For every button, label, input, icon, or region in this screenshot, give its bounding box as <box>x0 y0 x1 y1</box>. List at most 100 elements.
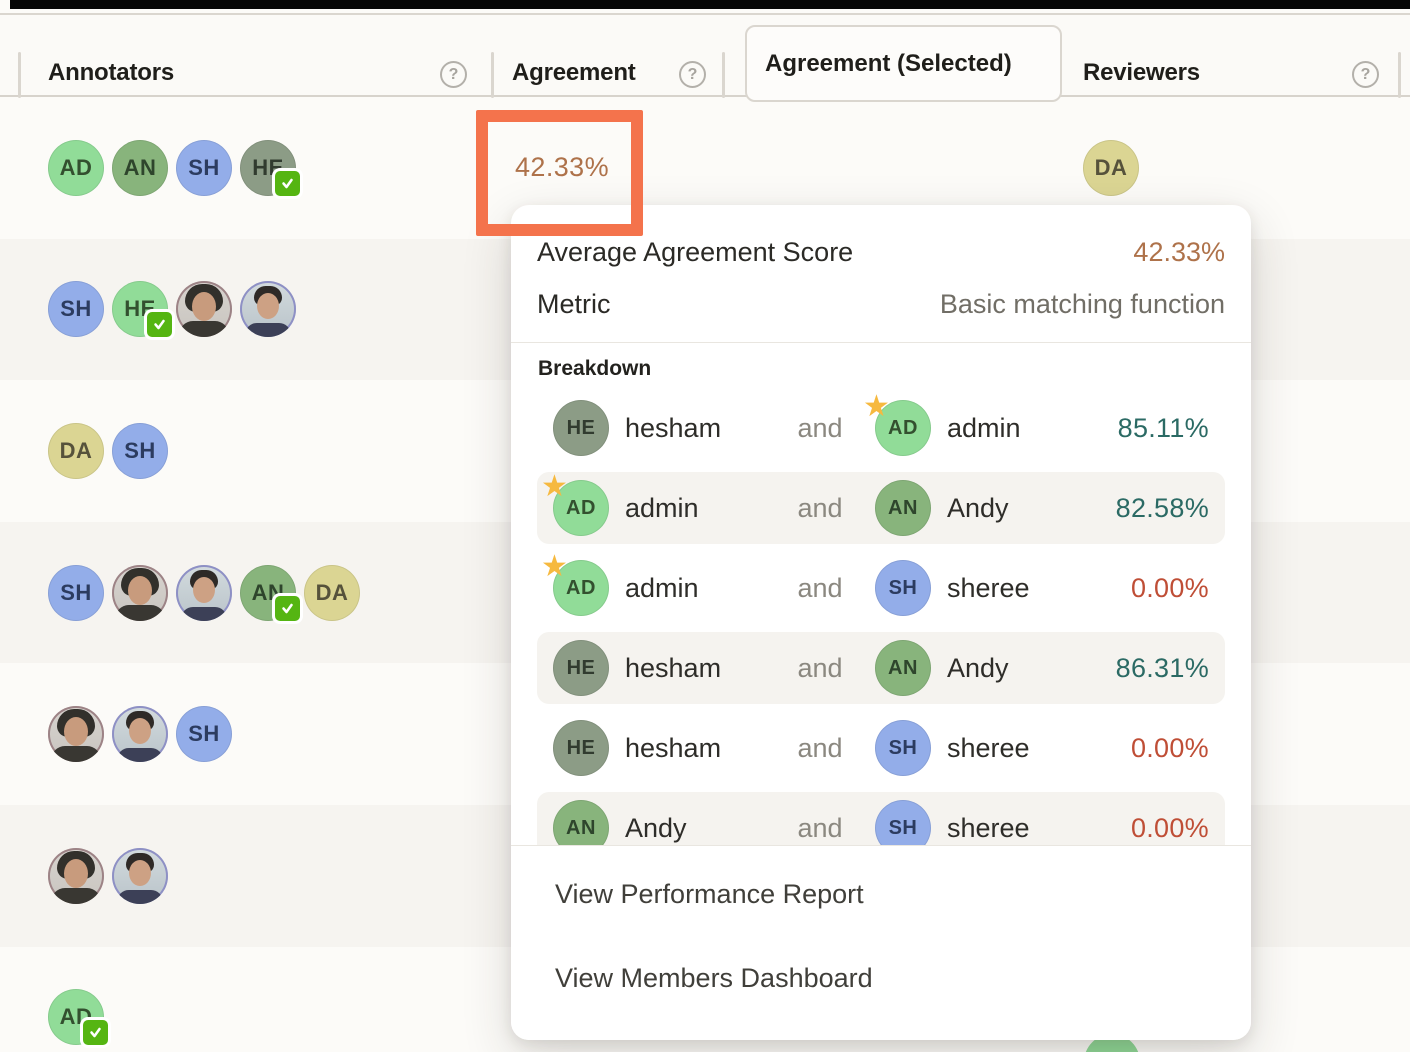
annotators-cell: AD AN SH HE <box>48 140 512 196</box>
avatar-initials: AN <box>124 155 157 181</box>
photo-face <box>193 577 215 603</box>
breakdown-and: and <box>765 733 875 764</box>
breakdown-row: HEheshamandAD★admin85.11% <box>537 392 1225 464</box>
avatar-initials: SH <box>188 155 220 181</box>
breakdown-left-name: Andy <box>625 813 765 844</box>
highlight-annotation-box <box>476 110 643 236</box>
breakdown-row: HE heshamandAN Andy86.31% <box>537 632 1225 704</box>
annotators-cell: SH ANDA <box>48 565 512 621</box>
agreement-popover: Average Agreement Score 42.33% Metric Ba… <box>511 205 1251 1040</box>
photo-shirt <box>115 605 165 621</box>
breakdown-left-name: hesham <box>625 653 765 684</box>
avatar-sh[interactable]: SH <box>48 281 104 337</box>
avatar-initials: AD <box>566 577 596 600</box>
check-badge-icon <box>144 309 175 340</box>
avatar-initials: SH <box>889 817 918 840</box>
avatar-an[interactable]: AN <box>240 565 296 621</box>
avatar-initials: AN <box>566 817 596 840</box>
breakdown-right-name: sheree <box>947 733 1131 764</box>
avatar-da[interactable]: DA <box>48 423 104 479</box>
photo-avatar[interactable] <box>112 565 168 621</box>
avatar-initials: SH <box>60 580 92 606</box>
header-divider <box>491 52 494 98</box>
breakdown-right-name: sheree <box>947 813 1131 844</box>
metric-value: Basic matching function <box>940 289 1225 320</box>
annotators-cell: AD <box>48 989 512 1045</box>
photo-shirt <box>179 321 229 337</box>
breakdown-and: and <box>765 573 875 604</box>
breakdown-row: AD★adminandSHsheree0.00% <box>537 552 1225 624</box>
avatar-initials: HE <box>567 737 596 760</box>
breakdown-score: 86.31% <box>1116 653 1209 684</box>
avatar-initials: DA <box>60 438 93 464</box>
avatar-initials: AD <box>60 155 93 181</box>
metric-label: Metric <box>537 289 611 320</box>
avatar-ad: AD★ <box>553 480 609 536</box>
column-header-agreement-selected[interactable]: Agreement (Selected) <box>745 25 1062 102</box>
help-icon[interactable]: ? <box>440 61 467 88</box>
column-header-agreement: Agreement <box>512 59 636 87</box>
breakdown-row: HEheshamandSHsheree0.00% <box>537 712 1225 784</box>
breakdown-left-name: admin <box>625 573 765 604</box>
photo-face <box>129 860 151 886</box>
avatar-initials: AN <box>888 497 918 520</box>
avatar-initials: SH <box>60 296 92 322</box>
breakdown-and: and <box>765 413 875 444</box>
avatar-sh[interactable]: SH <box>112 423 168 479</box>
star-icon: ★ <box>863 392 890 422</box>
avatar-sh[interactable]: SH <box>176 706 232 762</box>
avatar-he: HE <box>553 720 609 776</box>
avatar-he: HE <box>553 400 609 456</box>
breakdown-score: 0.00% <box>1131 813 1209 844</box>
check-badge-icon <box>272 168 303 199</box>
help-icon[interactable]: ? <box>1352 61 1379 88</box>
breakdown-row: ANAndyandSHsheree0.00% <box>537 792 1225 845</box>
breakdown-and: and <box>765 653 875 684</box>
avatar-an: AN <box>875 640 931 696</box>
agreement-selected-label: Agreement (Selected) <box>765 50 1012 78</box>
avatar-initials: HE <box>567 657 596 680</box>
top-edge-bar <box>10 0 1410 9</box>
annotators-cell: SH <box>48 706 512 762</box>
avatar-ad[interactable]: AD <box>48 989 104 1045</box>
photo-avatar[interactable] <box>48 706 104 762</box>
view-performance-report-link[interactable]: View Performance Report <box>555 879 1207 910</box>
avatar-an: AN <box>875 480 931 536</box>
annotators-cell: DA SH <box>48 423 512 479</box>
photo-shirt <box>181 607 227 621</box>
avatar-ad: AD★ <box>553 560 609 616</box>
breakdown-right-name: Andy <box>947 653 1116 684</box>
avatar-initials: AD <box>566 497 596 520</box>
photo-shirt <box>117 890 163 904</box>
annotators-cell <box>48 848 512 904</box>
avatar-initials: DA <box>1095 155 1128 181</box>
photo-face <box>257 293 279 319</box>
view-members-dashboard-link[interactable]: View Members Dashboard <box>555 963 1207 994</box>
avatar-he[interactable]: HE <box>240 140 296 196</box>
header-divider <box>18 52 21 98</box>
avatar-he[interactable]: HE <box>112 281 168 337</box>
check-badge-icon <box>80 1017 111 1048</box>
average-agreement-value: 42.33% <box>1133 237 1225 268</box>
average-agreement-row: Average Agreement Score 42.33% <box>537 237 1225 268</box>
avatar-ad[interactable]: AD <box>48 140 104 196</box>
photo-avatar[interactable] <box>240 281 296 337</box>
photo-avatar[interactable] <box>176 565 232 621</box>
avatar-sh[interactable]: SH <box>48 565 104 621</box>
avatar-an[interactable]: AN <box>112 140 168 196</box>
avatar-initials: SH <box>124 438 156 464</box>
help-icon[interactable]: ? <box>679 61 706 88</box>
star-icon: ★ <box>541 552 568 582</box>
avatar-da[interactable]: DA <box>1083 140 1139 196</box>
photo-avatar[interactable] <box>112 706 168 762</box>
avatar-initials: SH <box>188 721 220 747</box>
photo-avatar[interactable] <box>48 848 104 904</box>
avatar-da[interactable]: DA <box>304 565 360 621</box>
avatar-initials: HE <box>567 417 596 440</box>
photo-avatar[interactable] <box>112 848 168 904</box>
photo-avatar[interactable] <box>176 281 232 337</box>
photo-shirt <box>117 748 163 762</box>
breakdown-heading: Breakdown <box>538 357 651 381</box>
breakdown-left-name: admin <box>625 493 765 524</box>
avatar-sh[interactable]: SH <box>176 140 232 196</box>
